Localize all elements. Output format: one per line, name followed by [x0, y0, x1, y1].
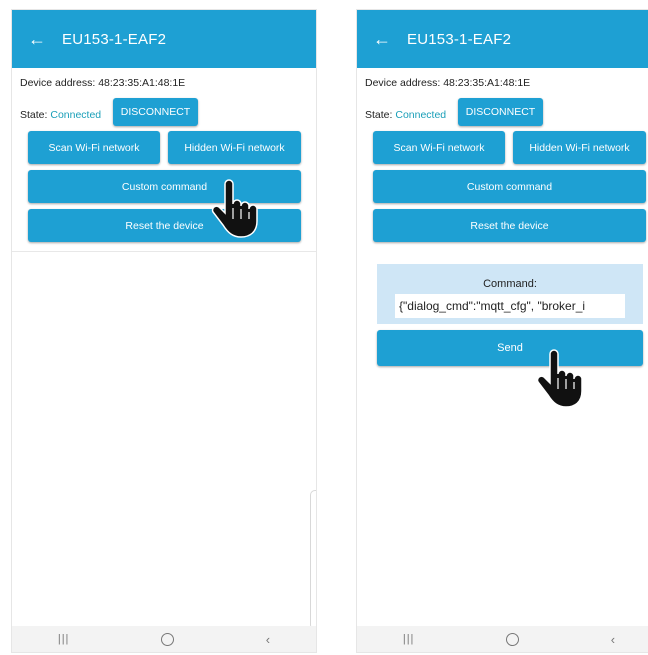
- device-title: EU153-1-EAF2: [407, 30, 512, 48]
- custom-command-button[interactable]: Custom command: [28, 170, 301, 203]
- arrow-left-icon[interactable]: ←: [28, 29, 48, 50]
- custom-command-button[interactable]: Custom command: [373, 170, 646, 203]
- hidden-wifi-button[interactable]: Hidden Wi-Fi network: [168, 131, 301, 164]
- command-panel: Command: {"dialog_cmd":"mqtt_cfg", "brok…: [377, 264, 643, 324]
- hand-pointer-icon: [211, 179, 258, 238]
- device-address: Device address: 48:23:35:A1:48:1E: [20, 77, 186, 89]
- chevron-left-icon[interactable]: ‹: [266, 632, 270, 647]
- state-value: Connected: [50, 109, 102, 121]
- app-bar: ← EU153-1-EAF2: [12, 10, 316, 68]
- hidden-wifi-button[interactable]: Hidden Wi-Fi network: [513, 131, 646, 164]
- device-address: Device address: 48:23:35:A1:48:1E: [365, 77, 531, 89]
- recent-apps-icon[interactable]: |||: [58, 633, 70, 645]
- scroll-handle[interactable]: [310, 490, 316, 630]
- disconnect-button[interactable]: DISCONNECT: [458, 98, 543, 126]
- device-title: EU153-1-EAF2: [62, 30, 167, 48]
- phone-screen-left: ← EU153-1-EAF2 Device address: 48:23:35:…: [11, 9, 317, 653]
- scan-wifi-button[interactable]: Scan Wi-Fi network: [373, 131, 505, 164]
- connection-state: State: Connected: [365, 109, 446, 121]
- reset-device-button[interactable]: Reset the device: [28, 209, 301, 242]
- arrow-left-icon[interactable]: ←: [373, 29, 393, 50]
- command-input[interactable]: {"dialog_cmd":"mqtt_cfg", "broker_i: [395, 294, 625, 318]
- system-nav-bar: ||| ‹: [357, 626, 648, 652]
- system-nav-bar: ||| ‹: [12, 626, 316, 652]
- recent-apps-icon[interactable]: |||: [403, 633, 415, 645]
- state-label: State:: [365, 109, 393, 121]
- home-icon[interactable]: [161, 632, 175, 646]
- home-icon[interactable]: [506, 632, 520, 646]
- command-label: Command:: [483, 278, 537, 290]
- state-label: State:: [20, 109, 48, 121]
- connection-state: State: Connected: [20, 109, 101, 121]
- chevron-left-icon[interactable]: ‹: [611, 632, 615, 647]
- scan-wifi-button[interactable]: Scan Wi-Fi network: [28, 131, 160, 164]
- reset-device-button[interactable]: Reset the device: [373, 209, 646, 242]
- state-value: Connected: [395, 109, 447, 121]
- send-button[interactable]: Send: [377, 330, 643, 366]
- divider: [12, 251, 316, 252]
- app-bar: ← EU153-1-EAF2: [357, 10, 648, 68]
- hand-pointer-icon: [536, 349, 583, 408]
- phone-screen-right: ← EU153-1-EAF2 Device address: 48:23:35:…: [356, 9, 648, 653]
- disconnect-button[interactable]: DISCONNECT: [113, 98, 198, 126]
